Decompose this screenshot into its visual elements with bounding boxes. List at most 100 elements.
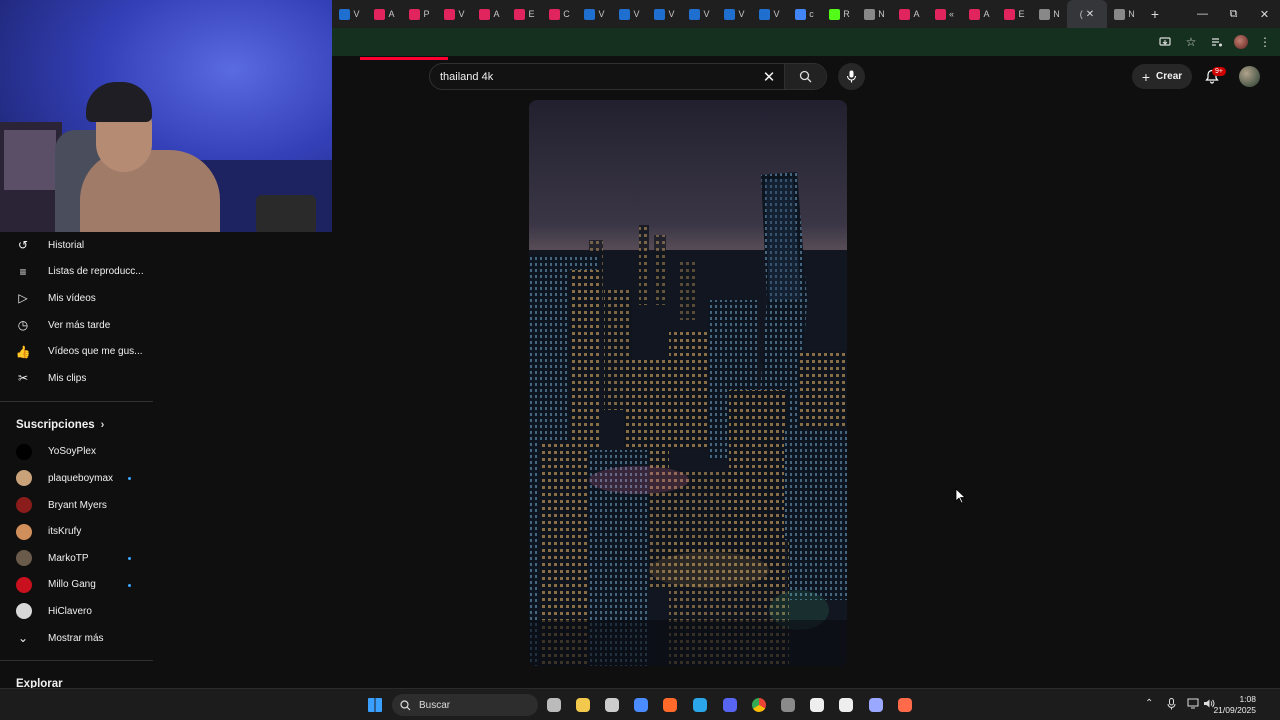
microphone-tray-icon[interactable] [1167, 698, 1176, 713]
media-controls-icon[interactable] [1208, 33, 1226, 51]
restore-button[interactable]: ⧉ [1218, 8, 1249, 21]
show-hidden-icons-icon[interactable]: ⌃ [1145, 698, 1153, 709]
browser-tab[interactable]: « [927, 0, 962, 28]
browser-tab[interactable]: C [542, 0, 577, 28]
microsoft-store-icon[interactable] [631, 695, 651, 715]
browser-tab[interactable]: V [647, 0, 682, 28]
sidebar-item-mis-clips[interactable]: ✂ Mis clips [0, 365, 153, 392]
tiktok-icon[interactable] [836, 695, 856, 715]
task-view-icon[interactable] [544, 695, 564, 715]
chrome-icon [1039, 8, 1051, 20]
browser-tab[interactable]: N [857, 0, 892, 28]
discord-icon[interactable] [720, 695, 740, 715]
sidebar-item-historial[interactable]: ↺ Historial [0, 232, 153, 259]
subscriptions-header[interactable]: Suscripciones › [0, 411, 153, 439]
install-app-icon[interactable] [1156, 33, 1174, 51]
channel-name: Bryant Myers [48, 499, 107, 511]
sidebar-item-listas-de-reproducc[interactable]: ≡ Listas de reproducc... [0, 259, 153, 286]
show-more-button[interactable]: ⌄ Mostrar más [0, 625, 153, 652]
clear-search-icon[interactable]: ✕ [754, 68, 784, 86]
channel-name: YoSoyPlex [48, 446, 96, 458]
edge-icon[interactable] [690, 695, 710, 715]
system-clock[interactable]: 1:08 21/09/2025 [1213, 694, 1256, 716]
search-input[interactable] [430, 70, 754, 83]
subscription-item[interactable]: Millo Gang [0, 572, 153, 599]
clock-time: 1:08 [1239, 694, 1256, 704]
outlook-icon [689, 8, 701, 20]
browser-tab[interactable]: c [787, 0, 822, 28]
sidebar-item-ver-m-s-tarde[interactable]: ◷ Ver más tarde [0, 312, 153, 339]
browser-tab[interactable]: V [682, 0, 717, 28]
new-tab-button[interactable]: + [1142, 6, 1168, 22]
media-player-icon[interactable] [895, 695, 915, 715]
subscription-item[interactable]: YoSoyPlex [0, 439, 153, 466]
tab-title: N [1128, 9, 1135, 19]
settings-icon[interactable] [866, 695, 886, 715]
browser-tab[interactable]: V [437, 0, 472, 28]
network-icon[interactable] [1187, 698, 1199, 712]
browser-tab[interactable]: N [1107, 0, 1142, 28]
outlook-icon [654, 8, 666, 20]
voice-search-button[interactable] [838, 63, 865, 90]
browser-tab[interactable]: E [507, 0, 542, 28]
tab-title: ( [1079, 9, 1083, 19]
airbnb-icon [969, 8, 981, 20]
gamepad-icon[interactable] [778, 695, 798, 715]
search-button[interactable] [784, 64, 826, 89]
outlook-icon [584, 8, 596, 20]
subscription-item[interactable]: MarkoTP [0, 545, 153, 572]
short-video-player[interactable] [529, 100, 847, 666]
tab-title: A [493, 9, 500, 19]
browser-tab[interactable]: V [612, 0, 647, 28]
chrome-icon[interactable] [749, 695, 769, 715]
tab-title: V [773, 9, 780, 19]
subscription-item[interactable]: Bryant Myers [0, 492, 153, 519]
tab-title: V [633, 9, 640, 19]
create-button[interactable]: + Crear [1132, 64, 1192, 89]
sidebar-item-mis-v-deos[interactable]: ▷ Mis vídeos [0, 285, 153, 312]
browser-tab[interactable]: A [892, 0, 927, 28]
browser-tab[interactable]: E [997, 0, 1032, 28]
file-explorer-icon[interactable] [573, 695, 593, 715]
subscription-item[interactable]: plaqueboymax [0, 465, 153, 492]
capcut-icon[interactable] [807, 695, 827, 715]
browser-tab[interactable]: A [962, 0, 997, 28]
close-window-button[interactable]: ✕ [1249, 8, 1280, 21]
browser-menu-icon[interactable]: ⋮ [1256, 33, 1274, 51]
tab-title: V [703, 9, 710, 19]
minimize-button[interactable]: — [1187, 8, 1218, 20]
browser-tab[interactable]: A [367, 0, 402, 28]
outlook-icon [339, 8, 351, 20]
channel-name: plaqueboymax [48, 472, 114, 484]
tab-title: V [353, 9, 360, 19]
account-avatar[interactable] [1239, 66, 1260, 87]
chevron-down-icon: ⌄ [17, 631, 29, 646]
sidebar-item-v-deos-que-me-gus[interactable]: 👍 Vídeos que me gus... [0, 338, 153, 365]
subscription-item[interactable]: HiClavero [0, 598, 153, 625]
browser-tab-active[interactable]: (✕ [1067, 0, 1107, 28]
windows-start-icon[interactable] [365, 695, 385, 715]
show-more-label: Mostrar más [48, 632, 104, 644]
browser-tab[interactable]: V [332, 0, 367, 28]
brave-icon[interactable] [660, 695, 680, 715]
watch-later-icon: ◷ [17, 318, 29, 333]
subscription-item[interactable]: itsKrufy [0, 518, 153, 545]
bookmark-star-icon[interactable]: ☆ [1182, 33, 1200, 51]
chatgpt-icon[interactable] [602, 695, 622, 715]
sidebar-item-label: Vídeos que me gus... [48, 346, 143, 358]
webcam-overlay [0, 0, 332, 232]
create-label: Crear [1156, 71, 1183, 82]
browser-tab[interactable]: R [822, 0, 857, 28]
webcam-poster [4, 130, 56, 190]
taskbar-search-box[interactable]: Buscar [392, 694, 538, 716]
windows-taskbar: Buscar ⌃ 1:08 21/09/2025 [0, 688, 1280, 720]
tab-title: A [913, 9, 920, 19]
browser-tab[interactable]: V [752, 0, 787, 28]
browser-tab[interactable]: N [1032, 0, 1067, 28]
browser-tab[interactable]: A [472, 0, 507, 28]
browser-profile-avatar[interactable] [1234, 35, 1248, 49]
browser-tab[interactable]: V [717, 0, 752, 28]
close-tab-icon[interactable]: ✕ [1086, 9, 1094, 20]
browser-tab[interactable]: V [577, 0, 612, 28]
browser-tab[interactable]: P [402, 0, 437, 28]
